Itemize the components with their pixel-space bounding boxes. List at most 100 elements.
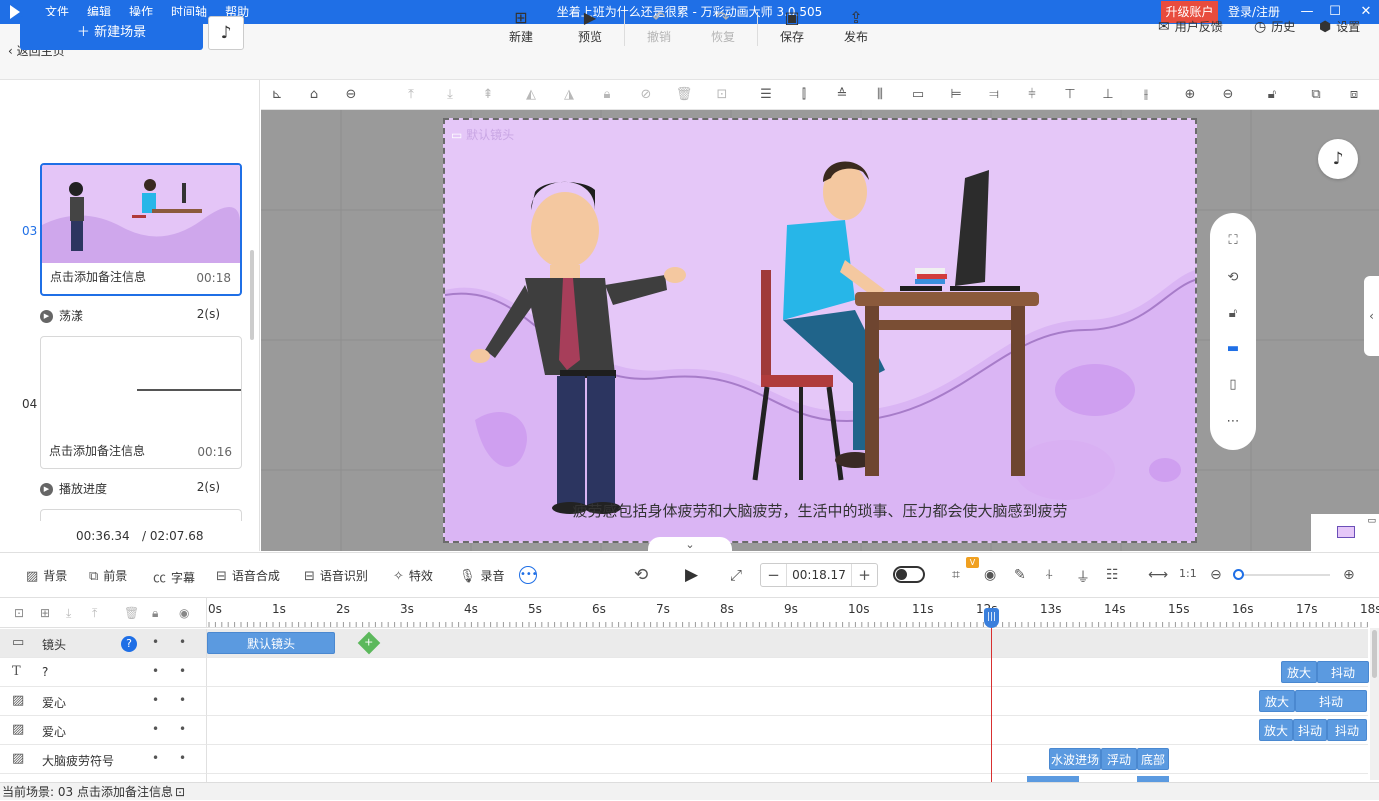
distribute-h-icon[interactable]: ▭ [909,86,927,104]
dot-icon[interactable]: • [152,664,159,678]
send-back-icon[interactable]: ⤓ [441,86,459,104]
layer-icon[interactable]: ⇞ [479,86,497,104]
track-image[interactable]: ▨ 爱心 • • [0,687,206,716]
track-camera[interactable]: ▭ 镜头 ? • • [0,629,206,658]
split-icon[interactable]: ⍭ [1045,567,1053,583]
transition-item[interactable]: ▶ 播放进度 2(s) [40,480,242,497]
music-note-icon[interactable]: ♪ [1318,139,1358,179]
zoom-slider-knob[interactable] [1233,569,1244,580]
track-image[interactable]: ▨ 爱心 • • [0,716,206,745]
collapse-down-icon[interactable]: ⌄ [648,537,732,553]
replay-icon[interactable]: ⟲ [634,565,648,585]
zoom-in-icon[interactable]: ⊕ [1181,86,1199,104]
save-button[interactable]: ▣ 保存 [767,8,817,45]
dot-icon[interactable]: • [152,635,159,649]
scene-note[interactable]: 点击添加备注信息 [49,442,145,459]
flip-horizontal-icon[interactable]: ◭ [522,86,540,104]
plus-icon[interactable]: + [851,564,877,586]
dot-icon[interactable]: • [152,693,159,707]
track-row-image[interactable]: 放大 抖动 [206,687,1368,716]
effect-block[interactable]: 抖动 [1317,661,1369,683]
help-icon[interactable]: ? [121,636,137,652]
scene-card-03[interactable]: 点击添加备注信息 00:18 [40,163,242,296]
track-row-partial[interactable] [206,774,1368,782]
flip-vertical-icon[interactable]: ◮ [560,86,578,104]
phone-icon[interactable]: ▯ [1224,376,1242,394]
align-top2-icon[interactable]: ⊤ [1061,86,1079,104]
add-folder-icon[interactable]: ⊞ [40,606,50,620]
time-value[interactable]: 00:18.17 [787,564,851,586]
camera-shot-icon[interactable]: ◉ [984,567,996,583]
unlock-icon[interactable]: 🔓︎ [1263,86,1281,104]
more-options-icon[interactable]: ••• [519,566,538,584]
effect-block[interactable]: 水波进场 [1049,748,1101,770]
align-top-icon[interactable]: ☰ [757,86,775,104]
subtitle-button[interactable]: ㏄字幕 [153,567,195,586]
minimize-icon[interactable]: — [1292,0,1322,24]
crop-icon[interactable]: ⊡ [713,86,731,104]
redo-button[interactable]: ↷ 恢复 [698,8,748,45]
effects-button[interactable]: ✧ 特效 [393,567,433,584]
add-keyframe-icon[interactable]: + [357,631,381,655]
new-button[interactable]: ⊞ 新建 [496,8,546,45]
playhead-handle[interactable]: ||| [984,608,999,628]
record-button[interactable]: 🎙︎ 录音 [459,567,505,584]
move-down-icon[interactable]: ⤓ [66,606,71,621]
fit-screen-icon[interactable]: ⛶ [1224,232,1242,250]
dot-icon[interactable]: • [152,751,159,765]
align-vcenter-icon[interactable]: ⫲ [1137,86,1155,104]
zoom-out-icon[interactable]: ⊖ [1219,86,1237,104]
stage-canvas[interactable] [443,118,1197,543]
scene-card-04[interactable]: 点击添加备注信息 00:16 [40,336,242,469]
dot-icon[interactable]: • [179,635,186,649]
expand-icon[interactable]: ▭ [1367,516,1376,526]
effect-block[interactable]: 浮动 [1101,748,1137,770]
toggle-switch[interactable] [893,566,925,583]
effect-block[interactable]: 放大 [1259,690,1295,712]
zoom-in-timeline-icon[interactable]: ⊕ [1343,567,1355,583]
folder-icon[interactable]: ⊡ [14,606,24,620]
minus-icon[interactable]: − [761,564,787,586]
filter-icon[interactable]: ⏚ [1076,567,1090,587]
distribute-icon[interactable]: ⫼ [871,86,889,104]
align-bottom-icon[interactable]: ≙ [833,86,851,104]
delete-icon[interactable]: 🗑︎ [675,86,693,104]
effect-block[interactable]: 抖动 [1293,719,1327,741]
delete-track-icon[interactable]: 🗑︎ [124,606,139,620]
collapse-right-icon[interactable]: ‹ [1364,276,1379,356]
eye-icon[interactable]: ◉ [179,606,189,620]
effect-block[interactable]: 抖动 [1295,690,1367,712]
fit-width-icon[interactable]: ⟷ [1148,567,1168,583]
monitor-icon[interactable]: ▬ [1224,340,1242,358]
zoom-slider[interactable] [1236,574,1330,576]
track-row-text[interactable]: 放大 抖动 [206,658,1369,687]
edit-icon[interactable]: ✎ [1014,567,1026,583]
scene-note[interactable]: 点击添加备注信息 [50,268,146,285]
more-icon[interactable]: ⊖ [342,86,360,104]
fullscreen-icon[interactable]: ⤢ [730,566,742,584]
play-button-icon[interactable]: ▶ [685,565,698,585]
move-up-icon[interactable]: ⤒ [92,606,97,621]
bring-front-icon[interactable]: ⤒ [402,86,420,104]
align-bottom2-icon[interactable]: ⊥ [1099,86,1117,104]
effect-block[interactable]: 放大 [1281,661,1317,683]
track-image[interactable]: ▨ 大脑疲劳符号 • • [0,745,206,774]
align-right-icon[interactable]: ⫤ [985,86,1003,104]
ruler-icon[interactable]: ⊾ [268,86,286,104]
time-stepper[interactable]: − 00:18.17 + [760,563,878,587]
settings-button[interactable]: ⬢ 设置 [1319,18,1360,35]
scene-scrollbar[interactable] [250,250,254,340]
dot-icon[interactable]: • [179,751,186,765]
align-left-icon[interactable]: ⊨ [947,86,965,104]
rotate-icon[interactable]: ⟲ [1224,269,1242,287]
track-row-image[interactable]: 放大 抖动 抖动 [206,716,1368,745]
camera-block[interactable]: 默认镜头 [207,632,335,654]
preview-button[interactable]: ▶ 预览 [565,8,615,45]
music-icon[interactable]: ♪ [208,16,244,50]
foreground-button[interactable]: ⧉ 前景 [89,567,127,584]
scene-card-05[interactable] [40,509,242,521]
effect-block[interactable]: 放大 [1259,719,1293,741]
scroll-thumb[interactable] [1372,630,1377,678]
more-dots-icon[interactable]: ⋯ [1224,413,1242,431]
paste-icon[interactable]: ⧈ [1345,86,1363,104]
